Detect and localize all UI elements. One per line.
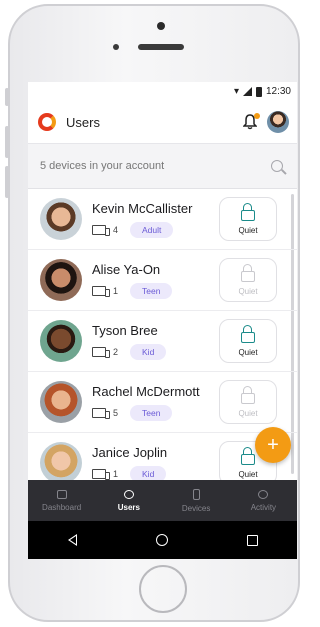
page-title: Users	[66, 114, 100, 130]
device-count: 2	[113, 346, 119, 357]
notification-dot	[254, 113, 260, 119]
quiet-button[interactable]: Quiet	[219, 380, 277, 424]
quiet-label: Quiet	[238, 225, 258, 235]
battery-icon	[255, 86, 262, 97]
quiet-lock-icon	[241, 385, 255, 404]
phone-speaker	[138, 44, 184, 50]
dashboard-icon	[56, 489, 67, 499]
devices-icon	[92, 346, 110, 358]
tab-dashboard[interactable]: Dashboard	[28, 480, 95, 521]
recent-apps-icon[interactable]	[246, 534, 258, 546]
profile-avatar[interactable]	[267, 111, 289, 133]
avatar	[40, 320, 82, 362]
android-nav-bar	[28, 521, 297, 559]
tab-activity[interactable]: Activity	[230, 480, 297, 521]
tab-label: Users	[117, 502, 140, 512]
device-count: 1	[113, 468, 119, 479]
devices-icon	[92, 468, 110, 480]
user-name: Kevin McCallister	[92, 200, 193, 216]
phone-volume-down	[5, 166, 9, 198]
tab-users[interactable]: Users	[95, 480, 162, 521]
tab-label: Dashboard	[42, 502, 82, 512]
user-name: Alise Ya-On	[92, 261, 161, 277]
phone-side-button	[5, 88, 9, 106]
user-name: Janice Joplin	[92, 444, 168, 460]
status-bar: ▾ 12:30	[28, 82, 297, 101]
device-count: 1	[113, 285, 119, 296]
phone-home-button[interactable]	[139, 565, 187, 613]
signal-icon	[242, 87, 252, 96]
bottom-tab-bar: Dashboard Users Devices Activity	[28, 480, 297, 521]
search-icon[interactable]	[271, 160, 283, 172]
role-badge: Teen	[130, 404, 173, 421]
tab-label: Devices	[181, 503, 211, 513]
quiet-label: Quiet	[238, 469, 258, 479]
devices-icon	[92, 285, 110, 297]
app-bar: Users	[28, 101, 297, 144]
users-icon	[123, 489, 134, 499]
list-item[interactable]: Alise Ya-On 1 Teen Quiet	[28, 250, 297, 311]
tab-devices[interactable]: Devices	[163, 480, 230, 521]
quiet-label: Quiet	[238, 286, 258, 296]
avatar	[40, 442, 82, 484]
quiet-lock-icon	[241, 202, 255, 221]
list-item[interactable]: Rachel McDermott 5 Teen Quiet	[28, 372, 297, 433]
quiet-button[interactable]: Quiet	[219, 197, 277, 241]
user-name: Rachel McDermott	[92, 383, 200, 399]
wifi-icon: ▾	[233, 86, 239, 97]
quiet-lock-icon	[241, 324, 255, 343]
phone-camera	[157, 22, 165, 30]
quiet-button[interactable]: Quiet	[219, 319, 277, 363]
avatar	[40, 259, 82, 301]
device-count: 4	[113, 224, 119, 235]
quiet-label: Quiet	[238, 408, 258, 418]
phone-icon	[192, 488, 200, 500]
role-badge: Kid	[130, 343, 167, 360]
quiet-label: Quiet	[238, 347, 258, 357]
avatar	[40, 381, 82, 423]
list-item[interactable]: Kevin McCallister 4 Adult Quiet	[28, 189, 297, 250]
phone-sensor	[113, 44, 119, 50]
device-count-text: 5 devices in your account	[40, 160, 165, 172]
status-time: 12:30	[265, 86, 291, 97]
quiet-button[interactable]: Quiet	[219, 258, 277, 302]
role-badge: Teen	[130, 282, 173, 299]
devices-icon	[92, 224, 110, 236]
screen: ▾ 12:30 Users 5 devices in your account …	[28, 82, 297, 559]
avatar	[40, 198, 82, 240]
user-name: Tyson Bree	[92, 322, 158, 338]
activity-icon	[258, 489, 269, 499]
add-user-button[interactable]: +	[255, 427, 291, 463]
tab-label: Activity	[250, 502, 277, 512]
quiet-lock-icon	[241, 263, 255, 282]
home-icon[interactable]	[155, 534, 168, 546]
search-bar[interactable]: 5 devices in your account	[28, 144, 297, 189]
notification-bell-icon[interactable]	[242, 113, 260, 130]
devices-icon	[92, 407, 110, 419]
app-logo-icon	[38, 113, 56, 131]
list-item[interactable]: Tyson Bree 2 Kid Quiet	[28, 311, 297, 372]
back-icon[interactable]	[67, 534, 77, 546]
phone-volume-up	[5, 126, 9, 158]
role-badge: Adult	[130, 221, 174, 238]
device-count: 5	[113, 407, 119, 418]
quiet-lock-icon	[241, 446, 255, 465]
